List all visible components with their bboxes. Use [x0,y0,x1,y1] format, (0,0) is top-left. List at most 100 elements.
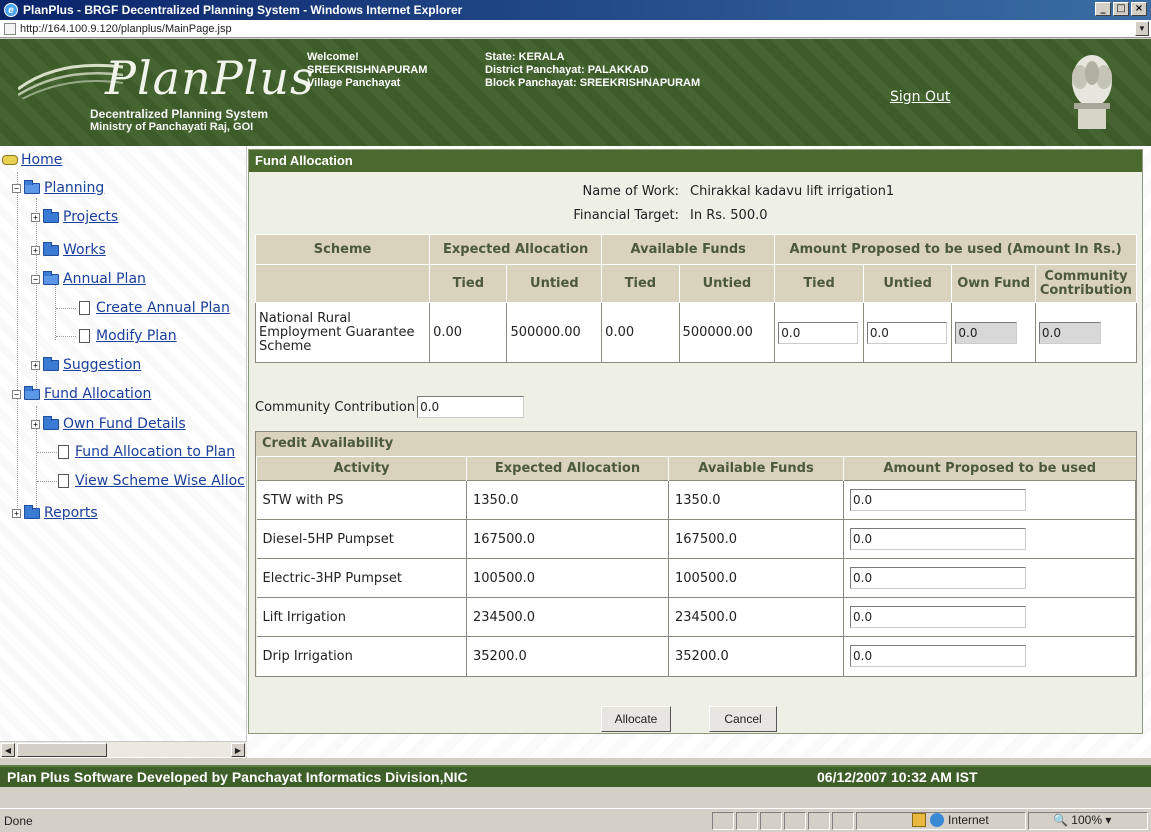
sidebar-item-annual-plan[interactable]: − Annual Plan [31,270,146,287]
col-amount-proposed: Amount Proposed to be used (Amount In Rs… [774,234,1137,265]
cancel-button[interactable]: Cancel [709,706,777,732]
document-icon [79,329,90,343]
table-row: STW with PS 1350.0 1350.0 0.0 [256,480,1136,520]
col-community: Community Contribution [1034,264,1138,303]
sidebar-tree: Home − Planning + Projects + Works − Ann… [0,146,247,758]
zone-label: Internet [948,813,989,827]
col-own-fund: Own Fund [951,264,1036,303]
sidebar-link-fund-allocation[interactable]: Fund Allocation [44,386,151,402]
maximize-button[interactable]: □ [1113,2,1129,16]
address-bar[interactable]: http://164.100.9.120/planplus/MainPage.j… [0,20,1151,38]
col-scheme: Scheme [254,234,431,265]
zoom-dropdown-icon[interactable]: ▾ [1105,813,1111,827]
collapse-icon[interactable]: − [31,274,40,284]
activity-cell: Diesel-5HP Pumpset [256,519,467,559]
sidebar-link-planning[interactable]: Planning [44,180,104,196]
expected-cell: 100500.0 [466,558,669,598]
collapse-icon[interactable]: − [12,183,21,193]
sidebar-item-home[interactable]: Home [2,152,62,168]
proposed-input[interactable]: 0.0 [850,489,1026,511]
address-url[interactable]: http://164.100.9.120/planplus/MainPage.j… [20,23,232,35]
table-row: Drip Irrigation 35200.0 35200.0 0.0 [256,636,1136,676]
proposed-input[interactable]: 0.0 [850,567,1026,589]
activity-cell: Drip Irrigation [256,636,467,676]
table-row: Diesel-5HP Pumpset 167500.0 167500.0 0.0 [256,519,1136,559]
footer-datetime: 06/12/2007 10:32 AM IST [817,769,978,785]
sidebar-item-fund-allocation[interactable]: − Fund Allocation [12,385,151,402]
sidebar-item-own-fund-details[interactable]: + Own Fund Details [31,415,186,432]
available-cell: 1350.0 [668,480,844,520]
sign-out-link[interactable]: Sign Out [890,89,950,105]
folder-open-icon [43,270,59,285]
site-header: PlanPlus Decentralized Planning System M… [0,39,1151,146]
globe-icon [930,813,944,827]
sidebar-item-works[interactable]: + Works [31,241,106,258]
available-cell: 167500.0 [668,519,844,559]
folder-icon [43,241,59,256]
col-amount-proposed: Amount Proposed to be used [843,456,1136,481]
proposed-tied-input[interactable]: 0.0 [778,321,859,344]
proposed-untied-input[interactable]: 0.0 [866,321,947,344]
welcome-line: SREEKRISHNAPURAM [307,64,428,76]
activity-cell: STW with PS [256,480,467,520]
state-line: State: KERALA [485,51,565,63]
browser-status-bar: Done Internet 🔍 100% ▾ [0,808,1151,832]
sidebar-horizontal-scrollbar[interactable]: ◀ ▶ [0,741,247,757]
sidebar-item-view-scheme-wise[interactable]: View Scheme Wise Alloc [58,473,245,489]
col-activity: Activity [256,456,467,481]
minimize-button[interactable]: _ [1095,2,1111,16]
sidebar-link-view-scheme-wise[interactable]: View Scheme Wise Alloc [75,473,245,489]
sidebar-link-suggestion[interactable]: Suggestion [63,357,141,373]
sidebar-item-planning[interactable]: − Planning [12,179,104,196]
financial-target-value: In Rs. 500.0 [690,208,768,223]
expand-icon[interactable]: + [12,508,21,518]
sidebar-item-create-annual-plan[interactable]: Create Annual Plan [79,300,230,316]
folder-icon [43,208,59,223]
allocate-button[interactable]: Allocate [601,706,671,732]
expected-cell: 1350.0 [466,480,669,520]
col-avail-tied: Tied [601,264,680,303]
state-line: District Panchayat: PALAKKAD [485,64,649,76]
col-avail-untied: Untied [678,264,776,303]
collapse-icon[interactable]: − [12,389,21,399]
sidebar-link-create-annual-plan[interactable]: Create Annual Plan [96,300,230,316]
sidebar-link-own-fund-details[interactable]: Own Fund Details [63,416,186,432]
status-text: Done [4,814,33,828]
proposed-input[interactable]: 0.0 [850,606,1026,628]
sidebar-item-reports[interactable]: + Reports [12,504,98,521]
community-contribution-input[interactable]: 0.0 [417,396,525,418]
protected-mode-icon [912,813,926,827]
proposed-input[interactable]: 0.0 [850,645,1026,668]
sidebar-link-home[interactable]: Home [21,152,62,168]
expand-icon[interactable]: + [31,419,40,429]
proposed-input[interactable]: 0.0 [850,528,1026,550]
activity-cell: Lift Irrigation [256,597,467,637]
sidebar-link-reports[interactable]: Reports [44,505,98,521]
sidebar-link-projects[interactable]: Projects [63,209,118,225]
expand-icon[interactable]: + [31,245,40,255]
sidebar-link-modify-plan[interactable]: Modify Plan [96,328,177,344]
folder-open-icon [24,179,40,194]
address-dropdown-icon[interactable]: ▼ [1135,21,1149,36]
security-zone[interactable]: Internet [912,813,989,827]
table-row: Lift Irrigation 234500.0 234500.0 0.0 [256,597,1136,637]
scroll-thumb[interactable] [17,743,107,757]
zoom-control[interactable]: 🔍 100% ▾ [1053,813,1111,827]
sidebar-link-annual-plan[interactable]: Annual Plan [63,271,146,287]
scroll-left-icon[interactable]: ◀ [1,743,15,757]
community-contribution-row: Community Contribution 0.0 [255,396,525,418]
expected-cell: 35200.0 [466,636,669,676]
exp-tied-value: 0.00 [429,302,508,363]
sidebar-item-projects[interactable]: + Projects [31,208,118,225]
expand-icon[interactable]: + [31,212,40,222]
sidebar-item-modify-plan[interactable]: Modify Plan [79,328,177,344]
sidebar-link-works[interactable]: Works [63,242,106,258]
col-prop-untied: Untied [862,264,953,303]
expand-icon[interactable]: + [31,360,40,370]
scroll-right-icon[interactable]: ▶ [231,743,245,757]
close-button[interactable]: × [1131,2,1147,16]
sidebar-item-fund-allocation-to-plan[interactable]: Fund Allocation to Plan [58,444,235,460]
col-available-funds: Available Funds [601,234,776,265]
sidebar-link-fund-allocation-to-plan[interactable]: Fund Allocation to Plan [75,444,235,460]
sidebar-item-suggestion[interactable]: + Suggestion [31,356,141,373]
